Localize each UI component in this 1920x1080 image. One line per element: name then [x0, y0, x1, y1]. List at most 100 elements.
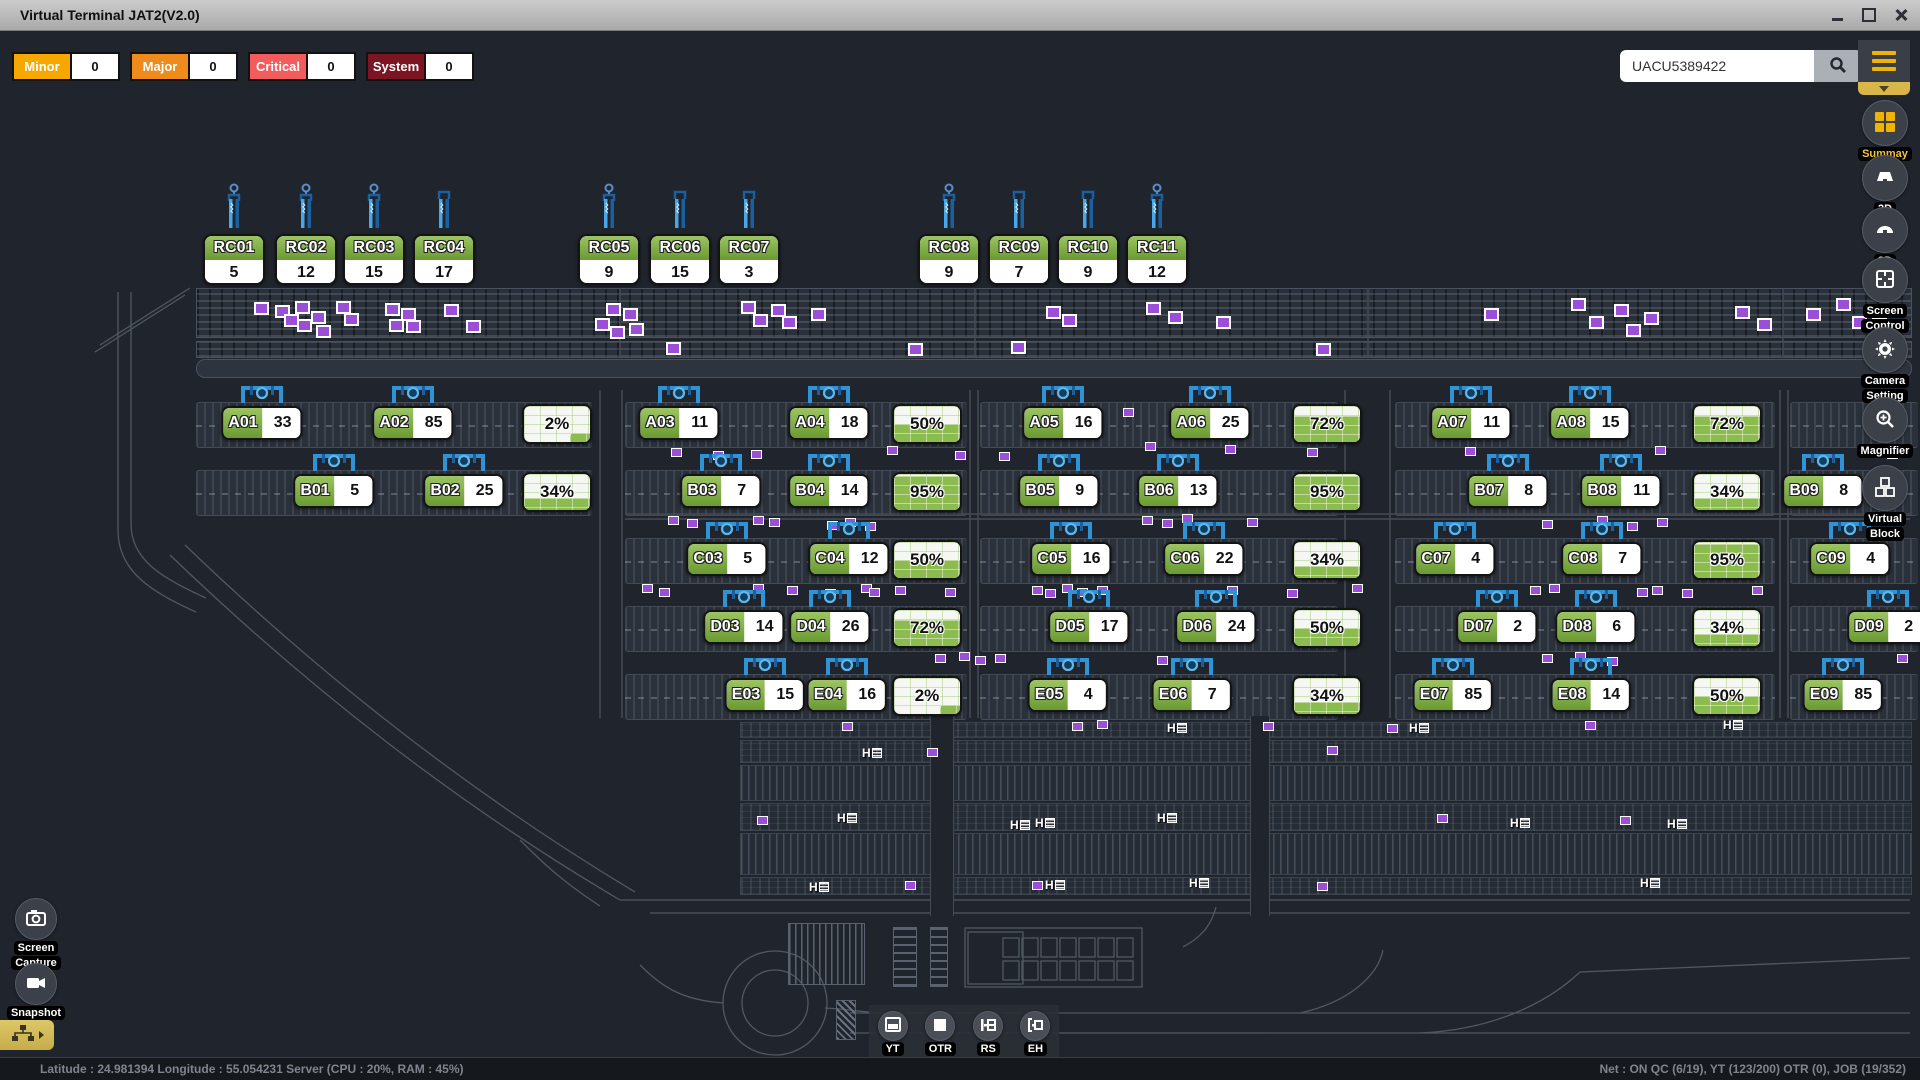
maximize-button[interactable]: [1860, 6, 1878, 24]
block-badge-b05[interactable]: B059: [1018, 474, 1099, 508]
hatched-pad: [836, 1000, 856, 1040]
container-marker: [610, 326, 625, 339]
crane-id: RC04: [415, 236, 473, 262]
search-input[interactable]: [1620, 50, 1814, 82]
occupancy-badge[interactable]: 95%: [1692, 540, 1762, 580]
close-button[interactable]: [1892, 6, 1910, 24]
quay-crane-rc07[interactable]: RC073: [718, 183, 780, 285]
quay-crane-rc06[interactable]: RC0615: [649, 183, 711, 285]
occupancy-badge[interactable]: 34%: [1292, 540, 1362, 580]
block-badge-d06[interactable]: D0624: [1175, 610, 1256, 644]
virtual-button[interactable]: [1862, 465, 1908, 511]
occupancy-value: 50%: [1294, 610, 1360, 646]
quay-crane-rc08[interactable]: RC089: [918, 183, 980, 285]
container-marker: [297, 319, 312, 332]
block-badge-d08[interactable]: D086: [1555, 610, 1636, 644]
block-badge-a03[interactable]: A0311: [638, 406, 719, 440]
block-badge-a06[interactable]: A0625: [1169, 406, 1250, 440]
block-id: A02: [374, 408, 415, 438]
block-badge-a02[interactable]: A0285: [372, 406, 453, 440]
quay-crane-rc09[interactable]: RC097: [988, 183, 1050, 285]
block-id: C07: [1416, 544, 1457, 574]
block-badge-d04[interactable]: D0426: [789, 610, 870, 644]
occupancy-badge[interactable]: 50%: [892, 540, 962, 580]
quay-crane-rc02[interactable]: RC0212: [275, 183, 337, 285]
quay-crane-rc03[interactable]: RC0315: [343, 183, 405, 285]
block-count: 14: [832, 476, 868, 506]
block-badge-b02[interactable]: B0225: [423, 474, 504, 508]
occupancy-badge[interactable]: 50%: [892, 404, 962, 444]
camera-button[interactable]: [1862, 327, 1908, 373]
occupancy-badge[interactable]: 95%: [1292, 472, 1362, 512]
block-badge-b06[interactable]: B0613: [1137, 474, 1218, 508]
occupancy-badge[interactable]: 50%: [1292, 608, 1362, 648]
occupancy-badge[interactable]: 2%: [522, 404, 592, 444]
block-badge-b07[interactable]: B078: [1467, 474, 1548, 508]
summay-button[interactable]: [1862, 100, 1908, 146]
block-badge-b01[interactable]: B015: [293, 474, 374, 508]
occupancy-badge[interactable]: 72%: [1292, 404, 1362, 444]
quay-crane-rc10[interactable]: RC109: [1057, 183, 1119, 285]
occupancy-badge[interactable]: 34%: [522, 472, 592, 512]
occupancy-badge[interactable]: 34%: [1692, 472, 1762, 512]
3d-button[interactable]: [1862, 207, 1908, 253]
block-badge-d07[interactable]: D072: [1456, 610, 1537, 644]
occupancy-value: 50%: [1694, 678, 1760, 714]
minimize-button[interactable]: [1828, 6, 1846, 24]
block-badge-e05[interactable]: E054: [1028, 678, 1108, 712]
quay-crane-rc04[interactable]: RC0417: [413, 183, 475, 285]
block-badge-e04[interactable]: E0416: [807, 678, 887, 712]
block-badge-c07[interactable]: C074: [1414, 542, 1495, 576]
block-badge-a08[interactable]: A0815: [1549, 406, 1630, 440]
occupancy-badge[interactable]: 34%: [1292, 676, 1362, 716]
occupancy-value: 95%: [1694, 542, 1760, 578]
block-badge-a07[interactable]: A0711: [1430, 406, 1511, 440]
occupancy-badge[interactable]: 72%: [892, 608, 962, 648]
block-badge-a04[interactable]: A0418: [788, 406, 869, 440]
tree-panel-tab[interactable]: [0, 1020, 54, 1050]
occupancy-badge[interactable]: 34%: [1692, 608, 1762, 648]
occupancy-badge[interactable]: 2%: [892, 676, 962, 716]
quay-crane-rc05[interactable]: RC059: [578, 183, 640, 285]
container-marker: [955, 451, 966, 460]
block-badge-c05[interactable]: C0516: [1030, 542, 1111, 576]
crane-id: RC09: [990, 236, 1048, 262]
magnifier-button[interactable]: [1862, 397, 1908, 443]
block-badge-b08[interactable]: B0811: [1580, 474, 1661, 508]
gear-icon: [1874, 338, 1896, 363]
block-id: E06: [1154, 680, 1194, 710]
screen-button[interactable]: [15, 898, 57, 940]
otr-button[interactable]: [925, 1011, 955, 1041]
block-badge-b03[interactable]: B037: [680, 474, 761, 508]
block-badge-b09[interactable]: B098: [1782, 474, 1863, 508]
block-id: B07: [1469, 476, 1510, 506]
snapshot-button[interactable]: [15, 963, 57, 1005]
occupancy-badge[interactable]: 95%: [892, 472, 962, 512]
block-badge-e08[interactable]: E0814: [1551, 678, 1631, 712]
rs-button[interactable]: [973, 1011, 1003, 1041]
screen-button[interactable]: [1862, 257, 1908, 303]
block-badge-e07[interactable]: E0785: [1413, 678, 1493, 712]
block-badge-c06[interactable]: C0622: [1163, 542, 1244, 576]
2d-button[interactable]: [1862, 155, 1908, 201]
block-badge-d03[interactable]: D0314: [703, 610, 784, 644]
quay-crane-rc01[interactable]: RC015: [203, 183, 265, 285]
block-id: B04: [790, 476, 831, 506]
block-badge-a01[interactable]: A0133: [221, 406, 302, 440]
block-badge-e03[interactable]: E0315: [725, 678, 805, 712]
container-marker: [908, 343, 923, 356]
block-badge-c04[interactable]: C0412: [808, 542, 889, 576]
occupancy-badge[interactable]: 72%: [1692, 404, 1762, 444]
quay-crane-rc11[interactable]: RC1112: [1126, 183, 1188, 285]
block-badge-d05[interactable]: D0517: [1048, 610, 1129, 644]
yt-button[interactable]: [878, 1011, 908, 1041]
block-badge-a05[interactable]: A0516: [1022, 406, 1103, 440]
block-badge-b04[interactable]: B0414: [788, 474, 869, 508]
occupancy-badge[interactable]: 50%: [1692, 676, 1762, 716]
block-badge-c03[interactable]: C035: [686, 542, 767, 576]
block-badge-c08[interactable]: C087: [1561, 542, 1642, 576]
block-badge-e06[interactable]: E067: [1152, 678, 1232, 712]
eh-button[interactable]: [1020, 1011, 1050, 1041]
container-marker: [1162, 519, 1173, 528]
container-marker: [1045, 589, 1056, 598]
